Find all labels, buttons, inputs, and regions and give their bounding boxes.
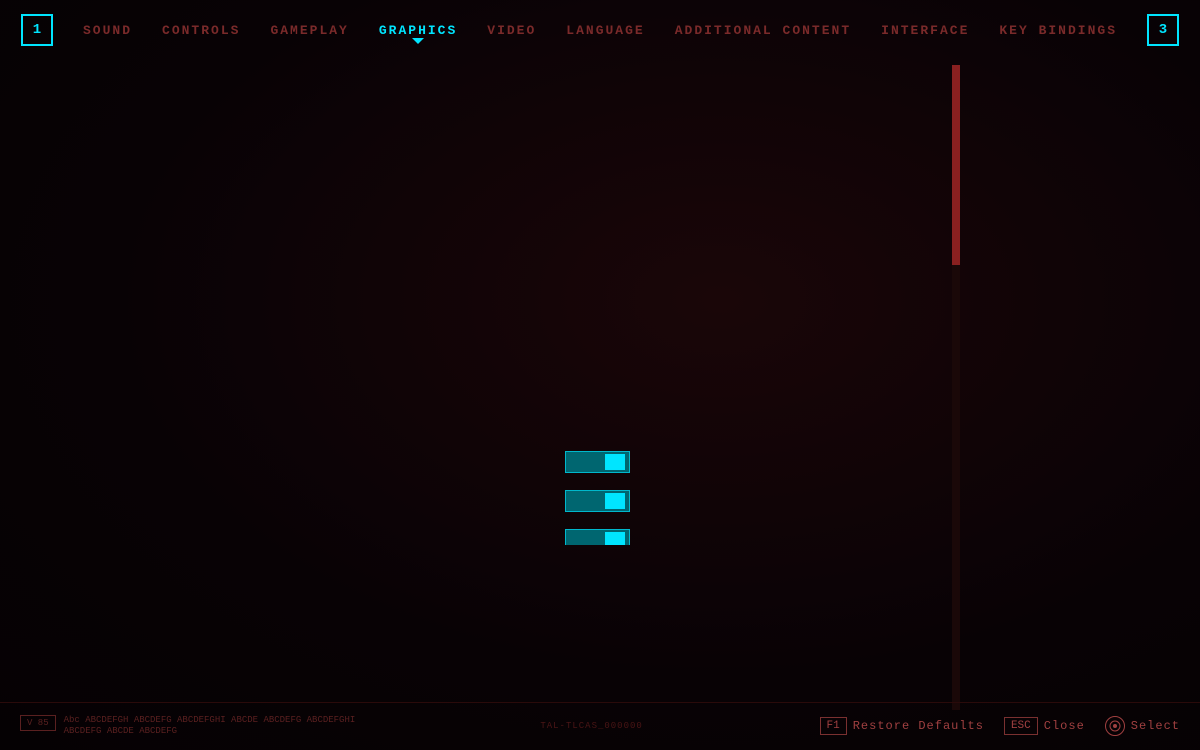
select-icon — [1105, 716, 1125, 736]
select-label: Select — [1131, 719, 1180, 733]
nav-item-additional[interactable]: ADDITIONAL CONTENT — [675, 23, 851, 38]
bottom-bar: V 85 Abc ABCDEFGH ABCDEFG ABCDEFGHI ABCD… — [0, 702, 1200, 750]
close-label: Close — [1044, 719, 1085, 733]
restore-defaults-action[interactable]: F1 Restore Defaults — [820, 717, 984, 735]
nav-item-keybindings[interactable]: KEY BINDINGS — [999, 23, 1117, 38]
nav-item-video[interactable]: VIDEO — [487, 23, 536, 38]
top-navigation: 1 SOUND CONTROLS GAMEPLAY GRAPHICS VIDEO… — [0, 0, 1200, 60]
scrollbar[interactable] — [952, 65, 960, 710]
scroll-thumb — [952, 65, 960, 265]
nav-bracket-right: 3 — [1147, 14, 1179, 46]
nav-item-interface[interactable]: INTERFACE — [881, 23, 969, 38]
rt-sun-shadows-toggle[interactable] — [565, 529, 630, 545]
ray-tracing-toggle[interactable] — [565, 451, 630, 473]
bottom-right-actions: F1 Restore Defaults ESC Close Select — [820, 716, 1180, 736]
nav-item-language[interactable]: LANGUAGE — [566, 23, 644, 38]
rt-reflections-toggle[interactable] — [565, 490, 630, 512]
close-key: ESC — [1004, 717, 1038, 735]
restore-key: F1 — [820, 717, 847, 735]
bottom-description: Abc ABCDEFGH ABCDEFG ABCDEFGHI ABCDE ABC… — [64, 715, 364, 738]
select-action[interactable]: Select — [1105, 716, 1180, 736]
version-info: V 85 Abc ABCDEFGH ABCDEFG ABCDEFGHI ABCD… — [20, 715, 364, 738]
nav-item-gameplay[interactable]: GAMEPLAY — [270, 23, 348, 38]
nav-item-graphics[interactable]: GRAPHICS — [379, 23, 457, 38]
restore-label: Restore Defaults — [853, 719, 984, 733]
bottom-center-text: TAL-TLCAS_000000 — [540, 721, 642, 731]
close-action[interactable]: ESC Close — [1004, 717, 1085, 735]
nav-bracket-left: 1 — [21, 14, 53, 46]
nav-item-sound[interactable]: SOUND — [83, 23, 132, 38]
version-box: V 85 — [20, 715, 56, 731]
nav-item-controls[interactable]: CONTROLS — [162, 23, 240, 38]
